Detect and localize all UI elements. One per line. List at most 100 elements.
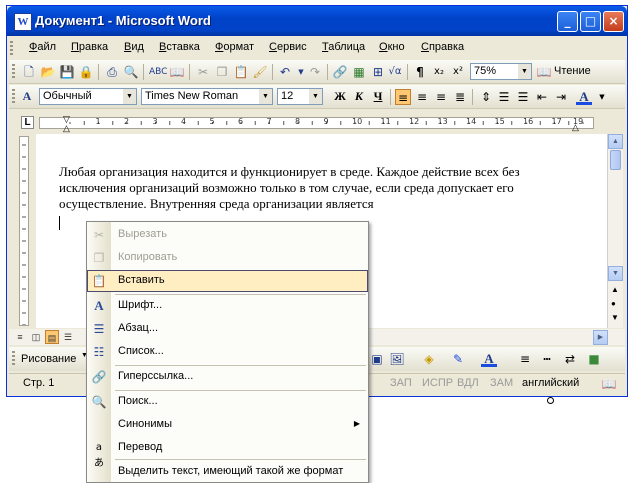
menu-item-list[interactable]: ☷ Список... (87, 341, 368, 363)
menu-item-cut[interactable]: ✂ Вырезать (87, 224, 368, 246)
save-icon[interactable]: 💾 (59, 64, 75, 80)
spelling-status-icon[interactable]: 📖 (601, 376, 617, 392)
font-color-icon[interactable]: A (576, 89, 592, 105)
scroll-up-button[interactable]: ▲ (608, 134, 623, 149)
menu-help[interactable]: Справка (421, 41, 464, 53)
menu-file[interactable]: Файл (29, 41, 56, 53)
menu-window[interactable]: Окно (379, 41, 405, 53)
hyperlink-toolbar-icon[interactable]: 🔗 (332, 64, 348, 80)
redo-icon[interactable]: ↷ (307, 64, 323, 80)
align-right-icon[interactable]: ≡ (433, 89, 449, 105)
minimize-button[interactable]: _ (557, 11, 578, 32)
font-size-select[interactable]: 12 ▼ (277, 88, 323, 105)
menu-format[interactable]: Формат (215, 41, 254, 53)
insert-clipart-icon[interactable]: ▣ (369, 351, 385, 367)
status-rec[interactable]: ЗАП (390, 377, 412, 392)
zoom-select[interactable]: 75% ▼ (470, 63, 532, 80)
tab-selector[interactable]: L (21, 116, 34, 129)
style-select[interactable]: Обычный ▼ (39, 88, 137, 105)
scroll-right-button[interactable]: ▶ (593, 330, 608, 345)
research-icon[interactable]: 📖 (169, 64, 185, 80)
toolbar-grip[interactable] (12, 89, 15, 105)
line-color-icon[interactable]: ✎ (450, 351, 466, 367)
word-app-icon[interactable]: W (14, 13, 32, 31)
menu-item-synonyms[interactable]: Синонимы ▶ (87, 414, 368, 436)
permission-icon[interactable]: 🔒 (78, 64, 94, 80)
draw-menu-button[interactable]: Рисование (21, 353, 76, 365)
decrease-indent-icon[interactable]: ⇤ (534, 89, 550, 105)
reading-button-label[interactable]: Чтение (554, 65, 591, 77)
new-document-icon[interactable]: 🗋 (21, 64, 37, 80)
insert-formula-icon[interactable]: √α (387, 64, 403, 80)
next-page-icon[interactable]: ▼ (611, 313, 619, 322)
menu-view[interactable]: Вид (124, 41, 144, 53)
menu-item-select-same-format[interactable]: Выделить текст, имеющий такой же формат (87, 461, 368, 482)
insert-picture-icon[interactable]: 🖼 (389, 351, 405, 367)
align-left-icon[interactable]: ≡ (395, 89, 411, 105)
menu-insert[interactable]: Вставка (159, 41, 200, 53)
web-layout-icon[interactable]: ◫ (29, 330, 43, 344)
close-button[interactable]: × (603, 11, 624, 32)
select-browse-object-icon[interactable]: ● (611, 299, 616, 308)
maximize-button[interactable]: □ (580, 11, 601, 32)
line-spacing-icon[interactable]: ⇕ (478, 89, 494, 105)
menu-item-copy[interactable]: ❐ Копировать (87, 247, 368, 269)
open-folder-icon[interactable]: 📂 (40, 64, 56, 80)
increase-indent-icon[interactable]: ⇥ (553, 89, 569, 105)
status-ext[interactable]: ВДЛ (457, 377, 479, 392)
menu-edit[interactable]: Правка (71, 41, 108, 53)
menubar-grip[interactable] (10, 41, 13, 57)
print-icon[interactable]: ⎙ (104, 64, 120, 80)
tables-borders-icon[interactable]: ▦ (351, 64, 367, 80)
italic-button[interactable]: К (351, 89, 367, 105)
menu-tools[interactable]: Сервис (269, 41, 307, 53)
scroll-thumb[interactable] (610, 150, 621, 170)
bullets-icon[interactable]: ☰ (515, 89, 531, 105)
normal-view-icon[interactable]: ≡ (13, 330, 27, 344)
menu-item-font[interactable]: A Шрифт... (87, 295, 368, 317)
bold-button[interactable]: Ж (332, 89, 348, 105)
reading-layout-icon[interactable]: 📖 (536, 64, 552, 80)
title-bar[interactable]: W Документ1 - Microsoft Word _ □ × (7, 6, 627, 36)
font-select[interactable]: Times New Roman ▼ (141, 88, 273, 105)
toolbar-grip[interactable] (12, 64, 15, 80)
status-ovr[interactable]: ЗАМ (490, 377, 513, 392)
chevron-down-icon[interactable]: ▼ (309, 89, 322, 104)
paste-icon[interactable]: 📋 (233, 64, 249, 80)
numbering-icon[interactable]: ☰ (496, 89, 512, 105)
spelling-icon[interactable]: ABC (149, 64, 167, 80)
align-center-icon[interactable]: ≡ (414, 89, 430, 105)
menu-item-hyperlink[interactable]: 🔗 Гиперссылка... (87, 366, 368, 388)
menu-item-search[interactable]: 🔍 Поиск... (87, 391, 368, 413)
menu-item-translate[interactable]: aあ Перевод (87, 437, 368, 469)
subscript-icon[interactable]: x₂ (431, 64, 447, 80)
previous-page-icon[interactable]: ▲ (611, 285, 619, 294)
print-layout-icon[interactable]: ▤ (45, 330, 59, 344)
chevron-down-icon[interactable]: ▼ (259, 89, 272, 104)
menu-item-paragraph[interactable]: ☰ Абзац... (87, 318, 368, 340)
menu-table[interactable]: Таблица (322, 41, 365, 53)
vertical-ruler[interactable] (16, 134, 32, 328)
horizontal-ruler[interactable]: L 1 2 3 4 5 6 7 8 9 10 11 12 13 14 15 16 17 19 ▽ △ △ (9, 114, 625, 134)
chevron-down-icon[interactable]: ▼ (123, 89, 136, 104)
right-indent-marker[interactable]: △ (572, 122, 579, 133)
fill-color-icon[interactable]: ◈ (421, 351, 437, 367)
arrow-style-icon[interactable]: ⇄ (562, 351, 578, 367)
font-color-dropdown-icon[interactable]: ▼ (594, 89, 610, 105)
styles-formatting-icon[interactable]: A (19, 89, 35, 105)
undo-icon[interactable]: ↶ (277, 64, 293, 80)
scroll-down-button[interactable]: ▼ (608, 266, 623, 281)
underline-button[interactable]: Ч (370, 89, 386, 105)
insert-table-icon[interactable]: ⊞ (370, 64, 386, 80)
line-style-icon[interactable]: ≡ (517, 351, 533, 367)
ruler-strip[interactable]: 1 2 3 4 5 6 7 8 9 10 11 12 13 14 15 16 17 19 (39, 117, 594, 129)
format-painter-icon[interactable]: 🖌 (252, 64, 268, 80)
dash-style-icon[interactable]: ┅ (539, 351, 555, 367)
menu-item-paste[interactable]: 📋 Вставить (87, 270, 368, 292)
chevron-down-icon[interactable]: ▼ (518, 64, 531, 79)
superscript-icon[interactable]: x² (450, 64, 466, 80)
outline-view-icon[interactable]: ☰ (61, 330, 75, 344)
left-indent-marker[interactable]: △ (63, 123, 70, 134)
shadow-style-icon[interactable]: ■ (586, 351, 602, 367)
cut-icon[interactable]: ✂ (195, 64, 211, 80)
